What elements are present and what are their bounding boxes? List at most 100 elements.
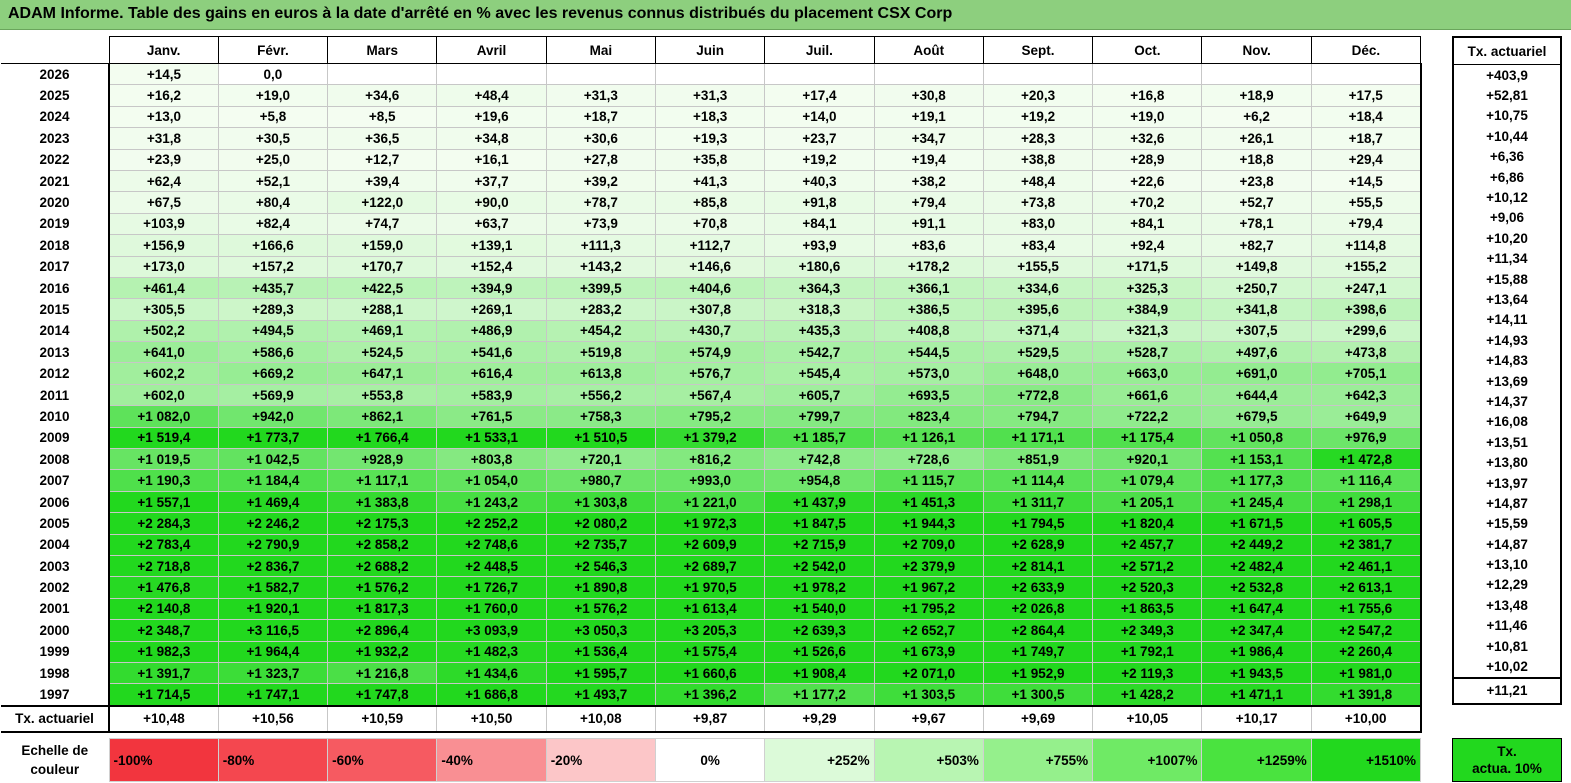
gain-cell: +18,4 [1310,105,1422,129]
gain-cell: +2 532,8 [1201,576,1312,599]
actuarial-rate-cell: +10,02 [1452,656,1562,678]
table-row: 2001 +2 140,8 +1 920,1 +1 817,3 +1 760,0 +1 5… [1,597,1422,621]
gain-cell: +2 026,8 [982,597,1094,621]
gain-cell: +288,1 [327,298,438,321]
gain-cell: +502,2 [108,319,219,343]
gain-cell: +91,8 [764,191,875,214]
actuarial-rate-cell: +10,12 [1452,187,1562,208]
actuarial-rate-cell: +6,86 [1452,166,1562,188]
gain-cell: +48,4 [982,169,1094,193]
gain-cell: +84,1 [1092,212,1203,236]
gain-cell: +542,7 [764,341,875,364]
gain-cell: +1 749,7 [982,640,1094,663]
gain-cell: +1 820,4 [1092,512,1203,535]
gain-cell: +82,7 [1201,234,1312,257]
scale-step: +503% [873,738,984,782]
gain-cell: +2 836,7 [217,554,329,578]
actuarial-rate-cell: +13,48 [1452,595,1562,616]
year-label: 2008 [1,448,110,470]
year-label: 2021 [1,170,110,192]
gain-cell: +1 115,7 [873,469,984,492]
gain-cell: +1 660,6 [654,661,766,685]
gain-cell: +556,2 [545,383,656,407]
gain-cell: +742,8 [764,448,875,471]
gain-cell: +569,9 [217,383,329,407]
gain-cell: +62,4 [108,169,219,193]
gain-cell: +602,2 [108,362,219,385]
gain-cell: +1 300,5 [982,683,1094,707]
year-label: 2004 [1,534,110,556]
gain-cell: +1 540,0 [764,597,875,621]
gain-cell: +661,6 [1092,383,1203,407]
gain-cell: +16,1 [436,148,547,171]
scale-step: -40% [436,738,547,782]
gain-cell: +1 153,1 [1201,448,1312,471]
summary-cell: +10,17 [1201,704,1312,733]
gain-cell: +1 726,7 [436,576,547,599]
table-row: 2007 +1 190,3 +1 184,4 +1 117,1 +1 054,0 +980… [1,469,1422,492]
gain-cell: +976,9 [1310,426,1422,450]
gain-cell: +2 071,0 [873,661,984,685]
year-label: 2001 [1,598,110,620]
gain-cell: +1 114,4 [982,469,1094,492]
gain-cell: +1 298,1 [1310,490,1422,514]
gain-cell: +74,7 [327,212,438,236]
gain-cell: +993,0 [654,469,766,492]
gain-cell: +37,7 [436,169,547,193]
actuarial-rate-cell: +14,37 [1452,391,1562,412]
gain-cell: +18,7 [545,105,656,129]
gain-cell: +2 748,6 [436,533,547,556]
gain-cell: +247,1 [1310,276,1422,300]
actuarial-rate-cell: +9,06 [1452,207,1562,229]
actuarial-scale-cell: Tx. actua. 10% [1452,738,1562,782]
gain-cell: +454,2 [545,319,656,343]
gain-cell: +1 847,5 [764,512,875,535]
gain-cell: +1 943,5 [1201,661,1312,685]
gain-cell [545,62,656,86]
gain-cell: +2 260,4 [1310,640,1422,663]
year-label: 2023 [1,127,110,150]
gain-cell: +67,5 [108,191,219,214]
actuarial-rate-cell: +13,80 [1452,452,1562,473]
gain-cell: +398,6 [1310,298,1422,321]
year-label: 2006 [1,491,110,513]
gain-cell: +305,5 [108,298,219,321]
gain-cell: +1 469,4 [217,490,329,514]
gain-cell: +82,4 [217,212,329,236]
gain-cell: +2 348,7 [108,619,219,642]
gain-cell: +2 609,9 [654,533,766,556]
gain-cell: +34,8 [436,127,547,150]
gain-cell: +1 944,3 [873,512,984,535]
gain-cell: +1 476,8 [108,576,219,599]
month-header: Déc. [1310,36,1422,64]
gain-cell: +19,0 [217,84,329,107]
gain-cell: +2 858,2 [327,533,438,556]
gain-cell: +1 243,2 [436,490,547,514]
gain-cell: +1 671,5 [1201,512,1312,535]
summary-row: Tx. actuariel +10,48 +10,56 +10,59 +10,50 +10… [1,704,1422,733]
gain-cell: +1 171,1 [982,426,1094,450]
gain-cell: +14,0 [764,105,875,129]
gain-cell: +1 536,4 [545,640,656,663]
gain-cell: +22,6 [1092,169,1203,193]
gain-cell: +1 970,5 [654,576,766,599]
gain-cell: +19,2 [764,148,875,171]
gain-cell: +6,2 [1201,105,1312,129]
gain-cell: +38,8 [982,148,1094,171]
summary-cell: +9,29 [764,704,875,733]
gain-cell: +1 177,2 [764,683,875,707]
gain-cell: +1 471,1 [1201,683,1312,707]
gain-cell: +422,5 [327,276,438,300]
gain-cell: +159,0 [327,234,438,257]
gain-cell: +519,8 [545,341,656,364]
gain-cell: +18,7 [1310,127,1422,150]
gain-cell: +83,4 [982,234,1094,257]
gain-cell: +250,7 [1201,276,1312,300]
gain-cell: +758,3 [545,405,656,428]
actuarial-rate-cell: +10,81 [1452,635,1562,657]
gain-cell: +1 795,2 [873,597,984,621]
actuarial-scale-label: Tx. actua. 10% [1452,738,1562,782]
actuarial-rate-cell: +403,9 [1452,64,1562,86]
gain-cell: +156,9 [108,234,219,257]
gain-cell: +1 647,4 [1201,597,1312,621]
